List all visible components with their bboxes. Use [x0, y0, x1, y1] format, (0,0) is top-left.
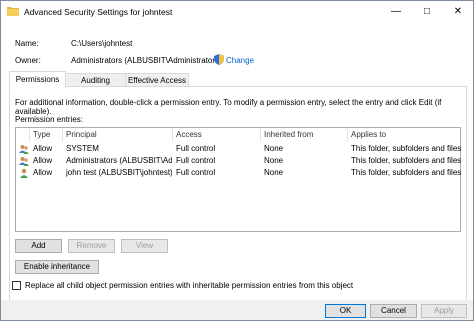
security-settings-window: Advanced Security Settings for johntest … [0, 0, 474, 321]
dialog-footer: OK Cancel Apply [1, 300, 473, 320]
owner-label: Owner: [15, 56, 41, 65]
column-header-applies[interactable]: Applies to [348, 128, 458, 142]
entry-type: Allow [33, 168, 53, 177]
entry-principal: Administrators (ALBUSBIT\Ad... [66, 156, 172, 165]
name-value: C:\Users\johntest [71, 39, 133, 48]
entry-type: Allow [33, 144, 53, 153]
entry-type: Allow [33, 156, 53, 165]
name-label: Name: [15, 39, 39, 48]
window-title: Advanced Security Settings for johntest [24, 7, 173, 17]
column-header-type[interactable]: Type [30, 128, 63, 142]
tab-permissions[interactable]: Permissions [9, 71, 66, 88]
column-header-inherited[interactable]: Inherited from [261, 128, 348, 142]
replace-child-permissions-checkbox[interactable] [12, 281, 21, 290]
table-row[interactable]: Allow Administrators (ALBUSBIT\Ad... Ful… [16, 155, 462, 167]
title-bar[interactable]: Advanced Security Settings for johntest … [1, 1, 473, 23]
entry-applies: This folder, subfolders and files [351, 156, 462, 165]
entry-access: Full control [176, 168, 216, 177]
permission-entries-list[interactable]: Type Principal Access Inherited from App… [15, 127, 461, 232]
cancel-button[interactable]: Cancel [370, 304, 417, 318]
enable-inheritance-button[interactable]: Enable inheritance [15, 260, 99, 274]
table-row[interactable]: Allow john test (ALBUSBIT\johntest) Full… [16, 167, 462, 179]
entry-principal: SYSTEM [66, 144, 99, 153]
entry-inherited: None [264, 168, 284, 177]
column-header-principal[interactable]: Principal [63, 128, 173, 142]
group-icon [19, 157, 29, 166]
apply-button[interactable]: Apply [421, 304, 467, 318]
group-icon [19, 145, 29, 154]
table-row[interactable]: Allow SYSTEM Full control None This fold… [16, 143, 462, 155]
replace-child-permissions-label: Replace all child object permission entr… [25, 281, 354, 290]
permission-entries-label: Permission entries: [15, 115, 84, 124]
column-header-icon [16, 128, 30, 142]
minimize-button[interactable]: — [381, 1, 411, 23]
entry-principal: john test (ALBUSBIT\johntest) [66, 168, 172, 177]
entry-inherited: None [264, 144, 284, 153]
entry-access: Full control [176, 144, 216, 153]
close-button[interactable]: ✕ [443, 1, 473, 23]
column-header-access[interactable]: Access [173, 128, 261, 142]
ok-button[interactable]: OK [325, 304, 366, 318]
entry-applies: This folder, subfolders and files [351, 168, 462, 177]
entry-inherited: None [264, 156, 284, 165]
owner-value: Administrators (ALBUSBIT\Administrators) [71, 56, 222, 65]
user-icon [20, 168, 28, 178]
view-button[interactable]: View [121, 239, 168, 253]
entry-access: Full control [176, 156, 216, 165]
remove-button[interactable]: Remove [68, 239, 115, 253]
maximize-button[interactable]: □ [412, 1, 442, 23]
folder-icon [7, 7, 19, 16]
info-text: For additional information, double-click… [15, 98, 442, 116]
change-owner-link[interactable]: Change [226, 56, 254, 65]
dialog-content: Name: C:\Users\johntest Owner: Administr… [1, 23, 473, 320]
shield-icon [214, 54, 224, 65]
add-button[interactable]: Add [15, 239, 62, 253]
entry-applies: This folder, subfolders and files [351, 144, 462, 153]
